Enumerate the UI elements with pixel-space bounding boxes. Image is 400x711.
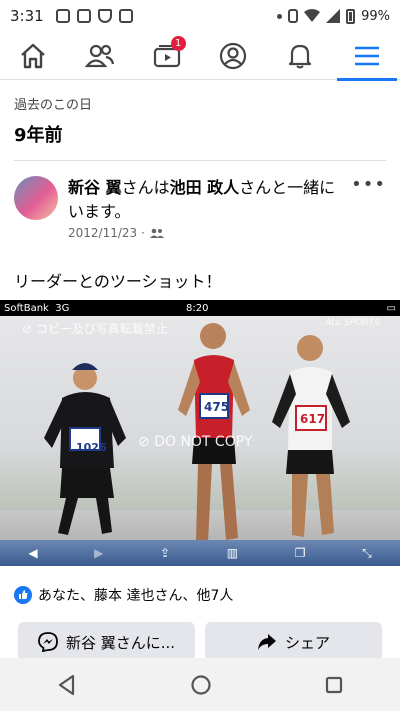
post-meta: 新谷 翼さんは池田 政人さんと一緒にいます。 2012/11/23 · [68,176,345,240]
photo-battery-icon: ▭ [386,302,396,314]
photo-network: 3G [55,302,70,314]
home-icon [21,43,46,68]
message-button[interactable]: 新谷 翼さんに... [18,622,195,662]
tab-friends[interactable] [70,32,130,80]
post-header: 新谷 翼さんは池田 政人さんと一緒にいます。 2012/11/23 · ••• [14,176,386,240]
memories-title: 9年前 [14,125,63,146]
bib-left: 1026 [76,441,107,454]
system-icons: 99% [277,8,390,24]
post-date: 2012/11/23 · [68,226,345,240]
back-nav-icon[interactable] [56,674,78,696]
author-name[interactable]: 新谷 翼 [68,178,122,197]
post-text: リーダーとのツーショット！ [14,272,222,291]
tabs-icon: ❐ [294,546,306,560]
fullscreen-icon: ⤡ [362,545,372,560]
with-text: さんは [121,178,170,197]
clock: 3:31 [10,7,44,25]
photo-carrier: SoftBank [4,302,49,314]
photo-watermark-text: コピー及び写真転載禁止 [35,322,168,336]
messenger-icon [38,632,58,652]
wifi-icon [304,9,321,22]
no-copy-icon: ⊘ [138,434,150,450]
share-button[interactable]: シェア [205,622,382,662]
post-date-text[interactable]: 2012/11/23 · [68,226,145,240]
battery-icon [346,8,356,24]
tab-notifications[interactable] [270,32,330,80]
bookmarks-icon: ▥ [226,546,239,560]
bib-center: 475 [204,400,230,414]
more-options-icon[interactable]: ••• [351,176,386,240]
signal-icon [326,9,341,23]
bib-right: 617 [300,412,326,426]
bell-icon [288,44,312,68]
photo-browser-toolbar: ◀ ▶ ⇪ ▥ ❐ ⤡ [0,540,400,566]
forward-icon: ▶ [94,546,104,560]
avatar[interactable] [14,176,58,220]
home-nav-icon[interactable] [190,674,212,696]
share-icon: ⇪ [160,546,171,560]
shield-icon [97,9,112,23]
no-copy-icon: ⊘ [22,322,33,336]
notification-icon [55,9,70,23]
photo-watermark: ⊘ コピー及び写真転載禁止 [22,320,168,337]
like-icon [14,586,32,604]
android-nav-bar [0,658,400,711]
battery-level: 99% [361,8,390,24]
post-author-line: 新谷 翼さんは池田 政人さんと一緒にいます。 [68,176,345,224]
post-photo[interactable]: SoftBank 3G 8:20 ▭ ⊘ コピー及び写真転載禁止 ALL SPO… [0,300,400,566]
photo-time: 8:20 [186,302,209,314]
back-icon: ◀ [28,546,38,560]
share-button-label: シェア [284,633,330,652]
message-button-label: 新谷 翼さんに... [65,633,176,652]
runner-right [272,335,350,537]
tab-home[interactable] [3,32,63,80]
do-not-copy-text: DO NOT COPY [154,434,253,450]
memories-header: 過去のこの日 9年前 [0,80,400,147]
share-arrow-icon [257,634,276,650]
top-nav: 1 [0,32,400,81]
menu-icon [354,46,379,65]
post-actions: 新谷 翼さんに... シェア [18,622,382,662]
reactions-summary[interactable]: あなた、藤本 達也さん、他7人 [14,585,233,605]
tab-menu[interactable] [336,32,397,81]
friends-audience-icon [149,228,164,238]
notification-icon [76,9,91,23]
do-not-copy-watermark: ⊘ DO NOT COPY [138,434,252,450]
divider [14,160,386,161]
vibrate-icon [288,9,299,23]
tab-watch[interactable]: 1 [137,32,197,80]
profile-icon [220,42,247,69]
photo-status-bar: SoftBank 3G 8:20 ▭ [0,300,400,316]
recents-nav-icon[interactable] [324,675,344,695]
reactions-text: あなた、藤本 達也さん、他7人 [38,588,234,604]
photo-logo: ALL SPORTS [325,318,380,328]
tagged-friend[interactable]: 池田 政人 [170,178,240,197]
notification-icons [55,9,133,23]
dot-icon [277,13,283,19]
notification-badge: 1 [170,35,186,51]
status-bar: 3:31 99% [0,0,400,32]
memories-label: 過去のこの日 [14,98,93,113]
tab-profile[interactable] [203,32,263,80]
friends-icon [84,44,115,67]
notification-icon [118,9,133,23]
